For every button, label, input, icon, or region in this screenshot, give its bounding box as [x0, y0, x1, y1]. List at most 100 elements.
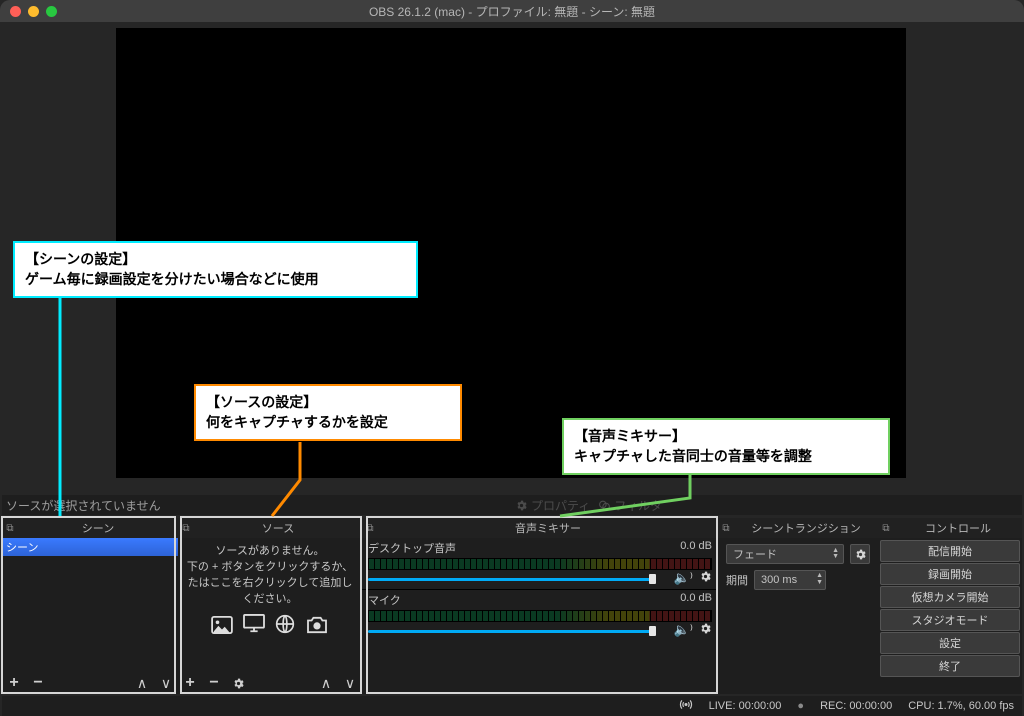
- sources-empty-line: ください。: [182, 592, 358, 608]
- popout-icon[interactable]: ⧉: [2, 523, 18, 534]
- camera-icon: [305, 614, 329, 643]
- window-titlebar: OBS 26.1.2 (mac) - プロファイル: 無題 - シーン: 無題: [0, 0, 1024, 22]
- filter-icon: [598, 499, 611, 512]
- scene-item[interactable]: シーン: [2, 538, 178, 556]
- duration-value: 300 ms: [761, 574, 797, 586]
- sources-empty-line: たはここを右クリックして追加し: [182, 576, 358, 592]
- select-arrows-icon: ▲▼: [832, 548, 839, 560]
- studio-mode-button[interactable]: スタジオモード: [880, 609, 1020, 631]
- add-source-button[interactable]: +: [178, 672, 202, 694]
- controls-header[interactable]: ⧉ コントロール: [878, 518, 1022, 538]
- rec-indicator-icon: ●: [797, 700, 804, 712]
- move-scene-down-button[interactable]: ∨: [154, 672, 178, 694]
- globe-icon: [275, 614, 295, 643]
- track-name: マイク: [368, 592, 401, 608]
- filters-label: フィルタ: [614, 497, 662, 514]
- properties-label: プロパティ: [531, 497, 590, 514]
- spinner-arrows-icon[interactable]: ▲▼: [816, 572, 823, 586]
- source-properties-button[interactable]: [226, 672, 250, 694]
- duration-input[interactable]: 300 ms ▲▼: [754, 570, 826, 590]
- add-scene-button[interactable]: +: [2, 672, 26, 694]
- annotation-heading: 【ソースの設定】: [206, 392, 450, 412]
- start-virtualcam-button[interactable]: 仮想カメラ開始: [880, 586, 1020, 608]
- scenes-toolbar: + − ∧ ∨: [2, 672, 178, 694]
- volume-slider[interactable]: 🔈⁾: [368, 570, 712, 587]
- audio-meter: [368, 558, 712, 570]
- duration-label: 期間: [726, 572, 748, 588]
- sources-toolbar: + − ∧ ∨: [178, 672, 362, 694]
- track-name: デスクトップ音声: [368, 540, 456, 556]
- mixer-track: マイク 0.0 dB 🔈⁾: [362, 590, 718, 639]
- mixer-header[interactable]: ⧉ 音声ミキサー: [362, 518, 718, 538]
- transition-selected-label: フェード: [733, 546, 777, 562]
- remove-source-button[interactable]: −: [202, 672, 226, 694]
- start-recording-button[interactable]: 録画開始: [880, 563, 1020, 585]
- properties-button[interactable]: プロパティ: [515, 497, 590, 514]
- popout-icon[interactable]: ⧉: [878, 523, 894, 534]
- annotation-body: 何をキャプチャするかを設定: [206, 412, 450, 432]
- transition-settings-button[interactable]: [850, 544, 870, 564]
- annotation-body: ゲーム毎に録画設定を分けたい場合などに使用: [25, 269, 406, 289]
- annotation-sources: 【ソースの設定】 何をキャプチャするかを設定: [194, 384, 462, 441]
- annotation-body: キャプチャした音同士の音量等を調整: [574, 446, 878, 466]
- window-title: OBS 26.1.2 (mac) - プロファイル: 無題 - シーン: 無題: [0, 3, 1024, 20]
- sources-empty-message: ソースがありません。 下の + ボタンをクリックするか、 たはここを右クリックし…: [178, 538, 362, 649]
- popout-icon[interactable]: ⧉: [718, 523, 734, 534]
- scenes-dock: ⧉ シーン シーン + − ∧ ∨: [2, 518, 178, 694]
- transitions-title: シーントランジション: [734, 520, 878, 536]
- remove-scene-button[interactable]: −: [26, 672, 50, 694]
- audio-meter: [368, 610, 712, 622]
- popout-icon[interactable]: ⧉: [178, 523, 194, 534]
- sources-empty-line: ソースがありません。: [182, 544, 358, 560]
- move-source-up-button[interactable]: ∧: [314, 672, 338, 694]
- mixer-track: デスクトップ音声 0.0 dB 🔈⁾: [362, 538, 718, 587]
- scenes-header[interactable]: ⧉ シーン: [2, 518, 178, 538]
- annotation-mixer: 【音声ミキサー】 キャプチャした音同士の音量等を調整: [562, 418, 890, 475]
- gear-icon: [232, 677, 245, 690]
- annotation-heading: 【シーンの設定】: [25, 249, 406, 269]
- volume-slider[interactable]: 🔈⁾: [368, 622, 712, 639]
- scenes-title: シーン: [18, 520, 178, 536]
- move-source-down-button[interactable]: ∨: [338, 672, 362, 694]
- sources-header[interactable]: ⧉ ソース: [178, 518, 362, 538]
- settings-button[interactable]: 設定: [880, 632, 1020, 654]
- sources-list[interactable]: ソースがありません。 下の + ボタンをクリックするか、 たはここを右クリックし…: [178, 538, 362, 672]
- exit-button[interactable]: 終了: [880, 655, 1020, 677]
- filters-button[interactable]: フィルタ: [598, 497, 662, 514]
- sources-dock: ⧉ ソース ソースがありません。 下の + ボタンをクリックするか、 たはここを…: [178, 518, 362, 694]
- status-bar: LIVE: 00:00:00 ● REC: 00:00:00 CPU: 1.7%…: [2, 696, 1022, 716]
- annotation-scenes: 【シーンの設定】 ゲーム毎に録画設定を分けたい場合などに使用: [13, 241, 418, 298]
- mixer-title: 音声ミキサー: [378, 520, 718, 536]
- cpu-status: CPU: 1.7%, 60.00 fps: [908, 700, 1014, 712]
- controls-dock: ⧉ コントロール 配信開始 録画開始 仮想カメラ開始 スタジオモード 設定 終了: [878, 518, 1022, 694]
- source-info-bar: ソースが選択されていません プロパティ フィルタ: [2, 495, 1022, 515]
- rec-status: REC: 00:00:00: [820, 700, 892, 712]
- annotation-heading: 【音声ミキサー】: [574, 426, 878, 446]
- broadcast-indicator-icon: [679, 699, 693, 713]
- source-type-icons: [182, 614, 358, 643]
- track-level: 0.0 dB: [680, 540, 712, 556]
- sources-empty-line: 下の + ボタンをクリックするか、: [182, 560, 358, 576]
- start-streaming-button[interactable]: 配信開始: [880, 540, 1020, 562]
- track-settings-button[interactable]: [699, 570, 712, 586]
- image-icon: [211, 614, 233, 643]
- controls-body: 配信開始 録画開始 仮想カメラ開始 スタジオモード 設定 終了: [878, 538, 1022, 694]
- live-status: LIVE: 00:00:00: [709, 700, 782, 712]
- track-settings-button[interactable]: [699, 622, 712, 638]
- no-source-selected-label: ソースが選択されていません: [2, 497, 161, 514]
- docks-row: ⧉ シーン シーン + − ∧ ∨ ⧉ ソース ソースがありません。 下の + …: [2, 518, 1022, 694]
- controls-title: コントロール: [894, 520, 1022, 536]
- mixer-dock: ⧉ 音声ミキサー デスクトップ音声 0.0 dB 🔈⁾: [362, 518, 718, 694]
- move-scene-up-button[interactable]: ∧: [130, 672, 154, 694]
- transitions-body: フェード ▲▼ 期間 300 ms ▲▼: [718, 538, 878, 694]
- transitions-header[interactable]: ⧉ シーントランジション: [718, 518, 878, 538]
- track-level: 0.0 dB: [680, 592, 712, 608]
- transitions-dock: ⧉ シーントランジション フェード ▲▼ 期間 300 ms ▲▼: [718, 518, 878, 694]
- popout-icon[interactable]: ⧉: [362, 523, 378, 534]
- scenes-list[interactable]: シーン: [2, 538, 178, 672]
- mixer-body: デスクトップ音声 0.0 dB 🔈⁾ マ: [362, 538, 718, 694]
- speaker-icon[interactable]: 🔈⁾: [674, 570, 693, 586]
- transition-select[interactable]: フェード ▲▼: [726, 544, 844, 564]
- sources-title: ソース: [194, 520, 362, 536]
- speaker-icon[interactable]: 🔈⁾: [674, 622, 693, 638]
